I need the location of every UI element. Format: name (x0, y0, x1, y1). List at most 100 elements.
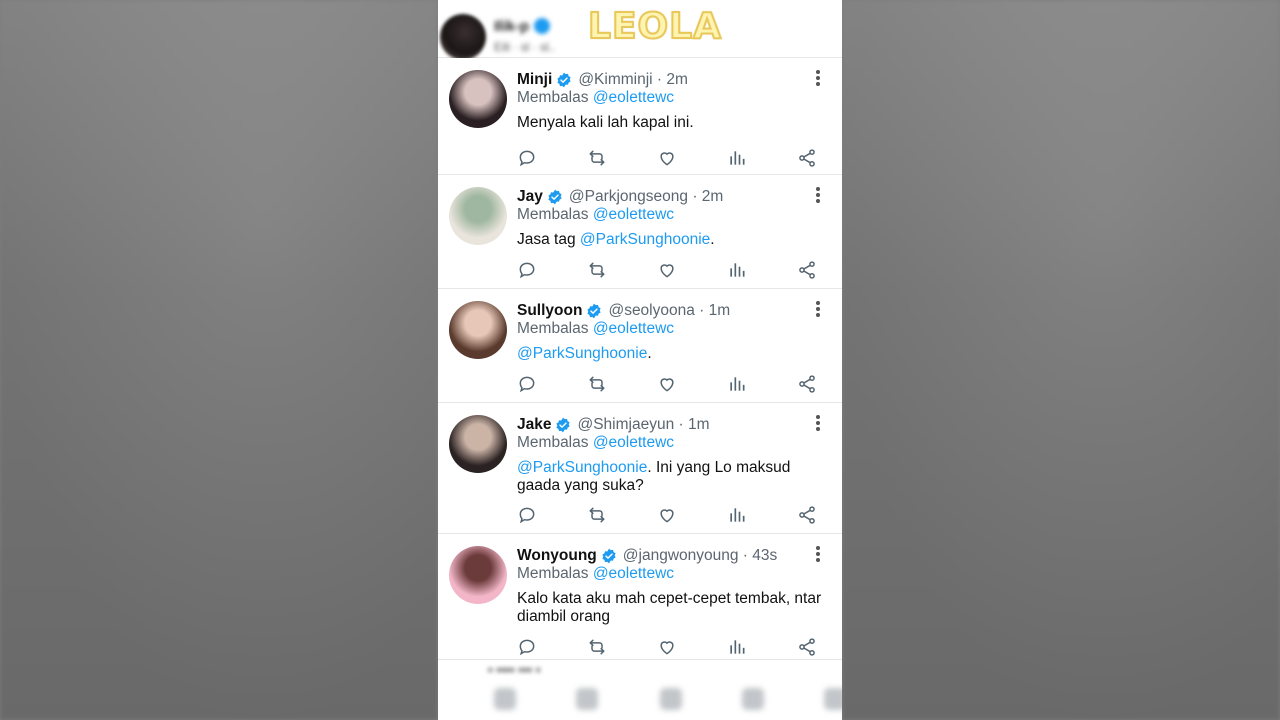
avatar[interactable] (449, 415, 507, 473)
retweet-icon[interactable] (587, 374, 607, 394)
mention-link[interactable]: @ParkSunghoonie (517, 345, 647, 362)
verified-badge-icon (601, 548, 617, 564)
verified-badge-icon (586, 303, 602, 319)
like-icon[interactable] (657, 637, 677, 657)
tweet-text: @ParkSunghoonie. (517, 345, 829, 363)
text-segment: Jasa tag (517, 231, 580, 248)
phone-screen: Ilik-p Eili · sl · sl.. LEOLA Minji @Kimm… (438, 0, 842, 720)
like-icon[interactable] (657, 260, 677, 280)
reply-prefix: Membalas (517, 565, 589, 582)
avatar[interactable] (449, 546, 507, 604)
mention-link[interactable]: @ParkSunghoonie (580, 231, 710, 248)
share-icon[interactable] (797, 505, 817, 525)
tweet-card[interactable]: Sullyoon @seolyoona · 1m Membalas @eolette… (438, 289, 842, 403)
more-options-icon[interactable] (814, 300, 822, 320)
search-icon[interactable] (576, 688, 598, 710)
avatar[interactable] (449, 70, 507, 128)
reply-icon[interactable] (517, 637, 537, 657)
more-options-icon[interactable] (814, 69, 822, 89)
blurred-header: Ilik-p Eili · sl · sl.. LEOLA (438, 0, 842, 60)
share-icon[interactable] (797, 637, 817, 657)
tweet-card[interactable]: Jay @Parkjongseong · 2m Membalas @eolettew… (438, 175, 842, 289)
views-icon[interactable] (727, 148, 747, 168)
tweet-text: Jasa tag @ParkSunghoonie. (517, 231, 829, 249)
blurred-bottom-nav: ▪ ▪▪▪▪ ▪▪▪ ▪ (438, 660, 842, 720)
display-name[interactable]: Sullyoon (517, 302, 582, 320)
share-icon[interactable] (797, 374, 817, 394)
messages-icon[interactable] (824, 688, 842, 710)
blurred-strip: ▪ ▪▪▪▪ ▪▪▪ ▪ (488, 662, 541, 677)
blurred-verified-icon (534, 18, 550, 34)
mention-link[interactable]: @ParkSunghoonie (517, 459, 647, 476)
replying-to: Membalas @eolettewc (517, 89, 674, 107)
tweet-card[interactable]: Minji @Kimminji · 2m Membalas @eolettewc Me… (438, 58, 842, 175)
home-icon[interactable] (494, 688, 516, 710)
more-options-icon[interactable] (814, 545, 822, 565)
share-icon[interactable] (797, 148, 817, 168)
tweet-actions (517, 505, 817, 525)
tweet-card[interactable]: Wonyoung @jangwonyoung · 43s Membalas @eol… (438, 534, 842, 660)
more-options-icon[interactable] (814, 186, 822, 206)
tweet-actions (517, 374, 817, 394)
text-segment: . (647, 345, 652, 362)
reply-icon[interactable] (517, 505, 537, 525)
handle-and-time: @Parkjongseong · 2m (568, 188, 724, 205)
notifications-icon[interactable] (742, 688, 764, 710)
reply-icon[interactable] (517, 260, 537, 280)
reply-to-mention[interactable]: @eolettewc (593, 434, 674, 451)
retweet-icon[interactable] (587, 637, 607, 657)
display-name[interactable]: Jake (517, 416, 551, 434)
reply-to-mention[interactable]: @eolettewc (593, 565, 674, 582)
display-name[interactable]: Wonyoung (517, 547, 597, 565)
avatar[interactable] (449, 187, 507, 245)
handle-and-time: @Kimminji · 2m (578, 71, 688, 88)
handle-and-time: @seolyoona · 1m (608, 302, 731, 319)
blurred-avatar (440, 14, 486, 60)
reply-to-mention[interactable]: @eolettewc (593, 206, 674, 223)
verified-badge-icon (555, 417, 571, 433)
tweet-actions (517, 637, 817, 657)
handle-and-time: @jangwonyoung · 43s (622, 547, 778, 564)
reply-to-mention[interactable]: @eolettewc (593, 89, 674, 106)
text-segment: Kalo kata aku mah cepet-cepet tembak, nt… (517, 590, 822, 625)
watermark-logo: LEOLA (587, 5, 722, 48)
more-options-icon[interactable] (814, 414, 822, 434)
reply-prefix: Membalas (517, 206, 589, 223)
retweet-icon[interactable] (587, 260, 607, 280)
tweet-header: Jake @Shimjaeyun · 1m (517, 415, 710, 435)
like-icon[interactable] (657, 505, 677, 525)
views-icon[interactable] (727, 374, 747, 394)
avatar[interactable] (449, 301, 507, 359)
reply-icon[interactable] (517, 374, 537, 394)
tweet-header: Sullyoon @seolyoona · 1m (517, 301, 730, 321)
spaces-icon[interactable] (660, 688, 682, 710)
text-segment: Menyala kali lah kapal ini. (517, 114, 694, 131)
blurred-background-left (0, 0, 438, 720)
blurred-name: Ilik-p (494, 18, 530, 35)
display-name[interactable]: Jay (517, 188, 543, 206)
like-icon[interactable] (657, 148, 677, 168)
reply-to-mention[interactable]: @eolettewc (593, 320, 674, 337)
share-icon[interactable] (797, 260, 817, 280)
retweet-icon[interactable] (587, 505, 607, 525)
tweet-header: Jay @Parkjongseong · 2m (517, 187, 723, 207)
views-icon[interactable] (727, 637, 747, 657)
tweet-header: Wonyoung @jangwonyoung · 43s (517, 546, 777, 566)
reply-prefix: Membalas (517, 89, 589, 106)
blurred-subtitle: Eili · sl · sl.. (494, 40, 556, 54)
text-segment: . (710, 231, 715, 248)
replying-to: Membalas @eolettewc (517, 320, 674, 338)
views-icon[interactable] (727, 260, 747, 280)
replying-to: Membalas @eolettewc (517, 206, 674, 224)
tweet-text: @ParkSunghoonie. Ini yang Lo maksud gaad… (517, 459, 829, 495)
retweet-icon[interactable] (587, 148, 607, 168)
reply-icon[interactable] (517, 148, 537, 168)
blurred-background-right (842, 0, 1280, 720)
like-icon[interactable] (657, 374, 677, 394)
views-icon[interactable] (727, 505, 747, 525)
replying-to: Membalas @eolettewc (517, 565, 674, 583)
reply-prefix: Membalas (517, 434, 589, 451)
tweet-card[interactable]: Jake @Shimjaeyun · 1m Membalas @eolettewc @… (438, 403, 842, 534)
verified-badge-icon (556, 72, 572, 88)
display-name[interactable]: Minji (517, 71, 552, 89)
